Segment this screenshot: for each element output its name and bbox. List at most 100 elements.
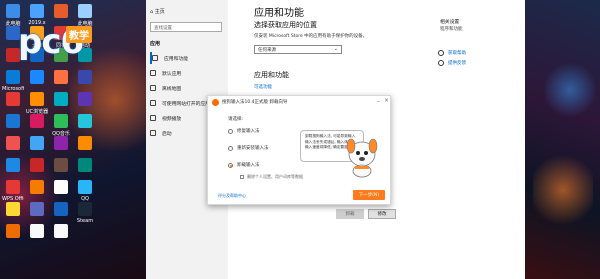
sidebar-item-default-apps[interactable]: 默认应用 <box>150 67 226 79</box>
app-icon <box>78 202 92 216</box>
app-icon <box>30 158 44 172</box>
app-icon <box>54 92 68 106</box>
uninstall-wizard-dialog: 搜狗输入法10.4正式版 卸载向导 – × 请选择: 修复输入法 重新安装输入法… <box>207 95 391 205</box>
radio-selected-icon <box>228 162 233 168</box>
section-heading: 应用和功能 <box>254 71 289 79</box>
checkbox-icon <box>240 175 244 179</box>
desktop-shortcut-label: Steam <box>76 218 94 224</box>
radio-label: 修复输入法 <box>237 129 260 134</box>
related-settings-heading: 相关设置 <box>440 20 460 25</box>
help-center-link[interactable]: 评分及帮助中心 <box>218 193 246 199</box>
link-label: 提供反馈 <box>448 61 466 66</box>
desktop-wallpaper: 此电脑2019.x此电脑大鲸同花自动Microsoft EdgeUC浏览器QQ音… <box>0 0 146 279</box>
app-icon <box>30 136 44 150</box>
get-help-link[interactable]: 获取帮助 <box>438 50 466 56</box>
app-source-select[interactable]: 任何来源 ⌄ <box>254 45 342 54</box>
home-icon: ⌂ <box>150 9 154 15</box>
select-value: 任何来源 <box>258 48 276 53</box>
sidebar-item-label: 视频播放 <box>162 116 182 122</box>
website-icon <box>150 100 156 106</box>
programs-features-link[interactable]: 程序和功能 <box>440 26 463 32</box>
uninstall-button[interactable]: 卸载 <box>336 209 364 219</box>
link-label: 获取帮助 <box>448 51 466 56</box>
app-icon <box>54 70 68 84</box>
wallpaper-glow <box>545 60 595 120</box>
app-icon <box>6 202 20 216</box>
page-title: 应用和功能 <box>254 8 304 19</box>
help-icon <box>438 50 444 56</box>
sidebar-item-offline-maps[interactable]: 离线地图 <box>150 82 226 94</box>
app-icon <box>6 70 20 84</box>
app-icon <box>30 224 44 238</box>
sidebar-home-label: 主页 <box>154 9 165 15</box>
app-icon <box>78 158 92 172</box>
list-icon <box>152 55 158 61</box>
dialog-prompt: 请选择: <box>228 117 244 122</box>
sogou-dog-mascot-icon <box>346 138 378 178</box>
map-icon <box>150 85 156 91</box>
sidebar-item-apps-features[interactable]: 应用和功能 <box>150 52 226 64</box>
sidebar-item-label: 可使用网站打开的应用 <box>162 101 210 107</box>
radio-repair[interactable]: 修复输入法 <box>228 128 260 134</box>
checkbox-label: 删除个人设置、用户词库等数据 <box>247 174 303 179</box>
app-icon <box>6 158 20 172</box>
next-button[interactable]: 下一步(N) <box>353 190 385 200</box>
radio-circle-icon <box>228 145 233 151</box>
section-description: 仅安装 Microsoft Store 中的应用有助于保护你的设备。 <box>254 34 368 39</box>
app-icon <box>6 114 20 128</box>
section-heading: 选择获取应用的位置 <box>254 21 317 29</box>
sidebar-item-label: 启动 <box>162 131 172 137</box>
video-icon <box>150 115 156 121</box>
app-icon <box>30 202 44 216</box>
app-icon <box>6 224 20 238</box>
app-icon <box>6 180 20 194</box>
sogou-logo-icon <box>212 98 219 106</box>
feedback-icon <box>438 60 444 66</box>
sidebar-item-label: 默认应用 <box>162 71 182 77</box>
desktop-shortcut-icon[interactable]: Steam <box>74 202 96 232</box>
sidebar-item-label: 应用和功能 <box>164 56 188 62</box>
watermark-badge: 教学 <box>66 26 92 43</box>
chevron-down-icon: ⌄ <box>333 46 338 52</box>
app-icon <box>54 180 68 194</box>
settings-search-input[interactable]: 查找设置 <box>150 22 222 32</box>
app-icon <box>30 70 44 84</box>
radio-reinstall[interactable]: 重新安装输入法 <box>228 145 269 151</box>
close-icon[interactable]: × <box>384 97 389 104</box>
app-icon <box>54 202 68 216</box>
app-icon <box>78 92 92 106</box>
app-icon <box>30 92 44 106</box>
dialog-titlebar[interactable]: 搜狗输入法10.4正式版 卸载向导 – × <box>208 96 392 108</box>
app-icon <box>6 136 20 150</box>
give-feedback-link[interactable]: 提供反馈 <box>438 60 466 66</box>
default-apps-icon <box>150 70 156 76</box>
radio-label: 重新安装输入法 <box>237 146 269 151</box>
app-icon <box>78 114 92 128</box>
app-icon <box>54 158 68 172</box>
desktop-shortcut-icon[interactable] <box>50 224 72 254</box>
app-icon <box>78 70 92 84</box>
app-icon <box>30 180 44 194</box>
desktop-shortcut-icon[interactable] <box>2 224 24 254</box>
radio-circle-icon <box>228 128 233 134</box>
dialog-title: 搜狗输入法10.4正式版 卸载向导 <box>222 100 288 105</box>
desktop-wallpaper-right <box>525 0 600 279</box>
app-icon <box>30 114 44 128</box>
delete-user-data-checkbox[interactable]: 删除个人设置、用户词库等数据 <box>240 174 303 180</box>
pc6-watermark-logo: pc6 教学 <box>4 12 104 64</box>
optional-features-link[interactable]: 可选功能 <box>254 84 272 90</box>
app-icon <box>78 136 92 150</box>
sidebar-item-label: 离线地图 <box>162 86 182 92</box>
radio-uninstall[interactable]: 卸载输入法 <box>228 162 260 168</box>
modify-button[interactable]: 修改 <box>368 209 396 219</box>
desktop-shortcut-icon[interactable] <box>26 224 48 254</box>
app-icon <box>78 180 92 194</box>
wallpaper-glow <box>533 150 593 230</box>
sidebar-home-link[interactable]: ⌂ 主页 <box>150 8 165 15</box>
app-icon <box>54 114 68 128</box>
app-icon <box>54 136 68 150</box>
app-icon <box>54 224 68 238</box>
radio-label: 卸载输入法 <box>237 163 260 168</box>
app-icon <box>6 92 20 106</box>
minimize-icon[interactable]: – <box>377 98 380 105</box>
